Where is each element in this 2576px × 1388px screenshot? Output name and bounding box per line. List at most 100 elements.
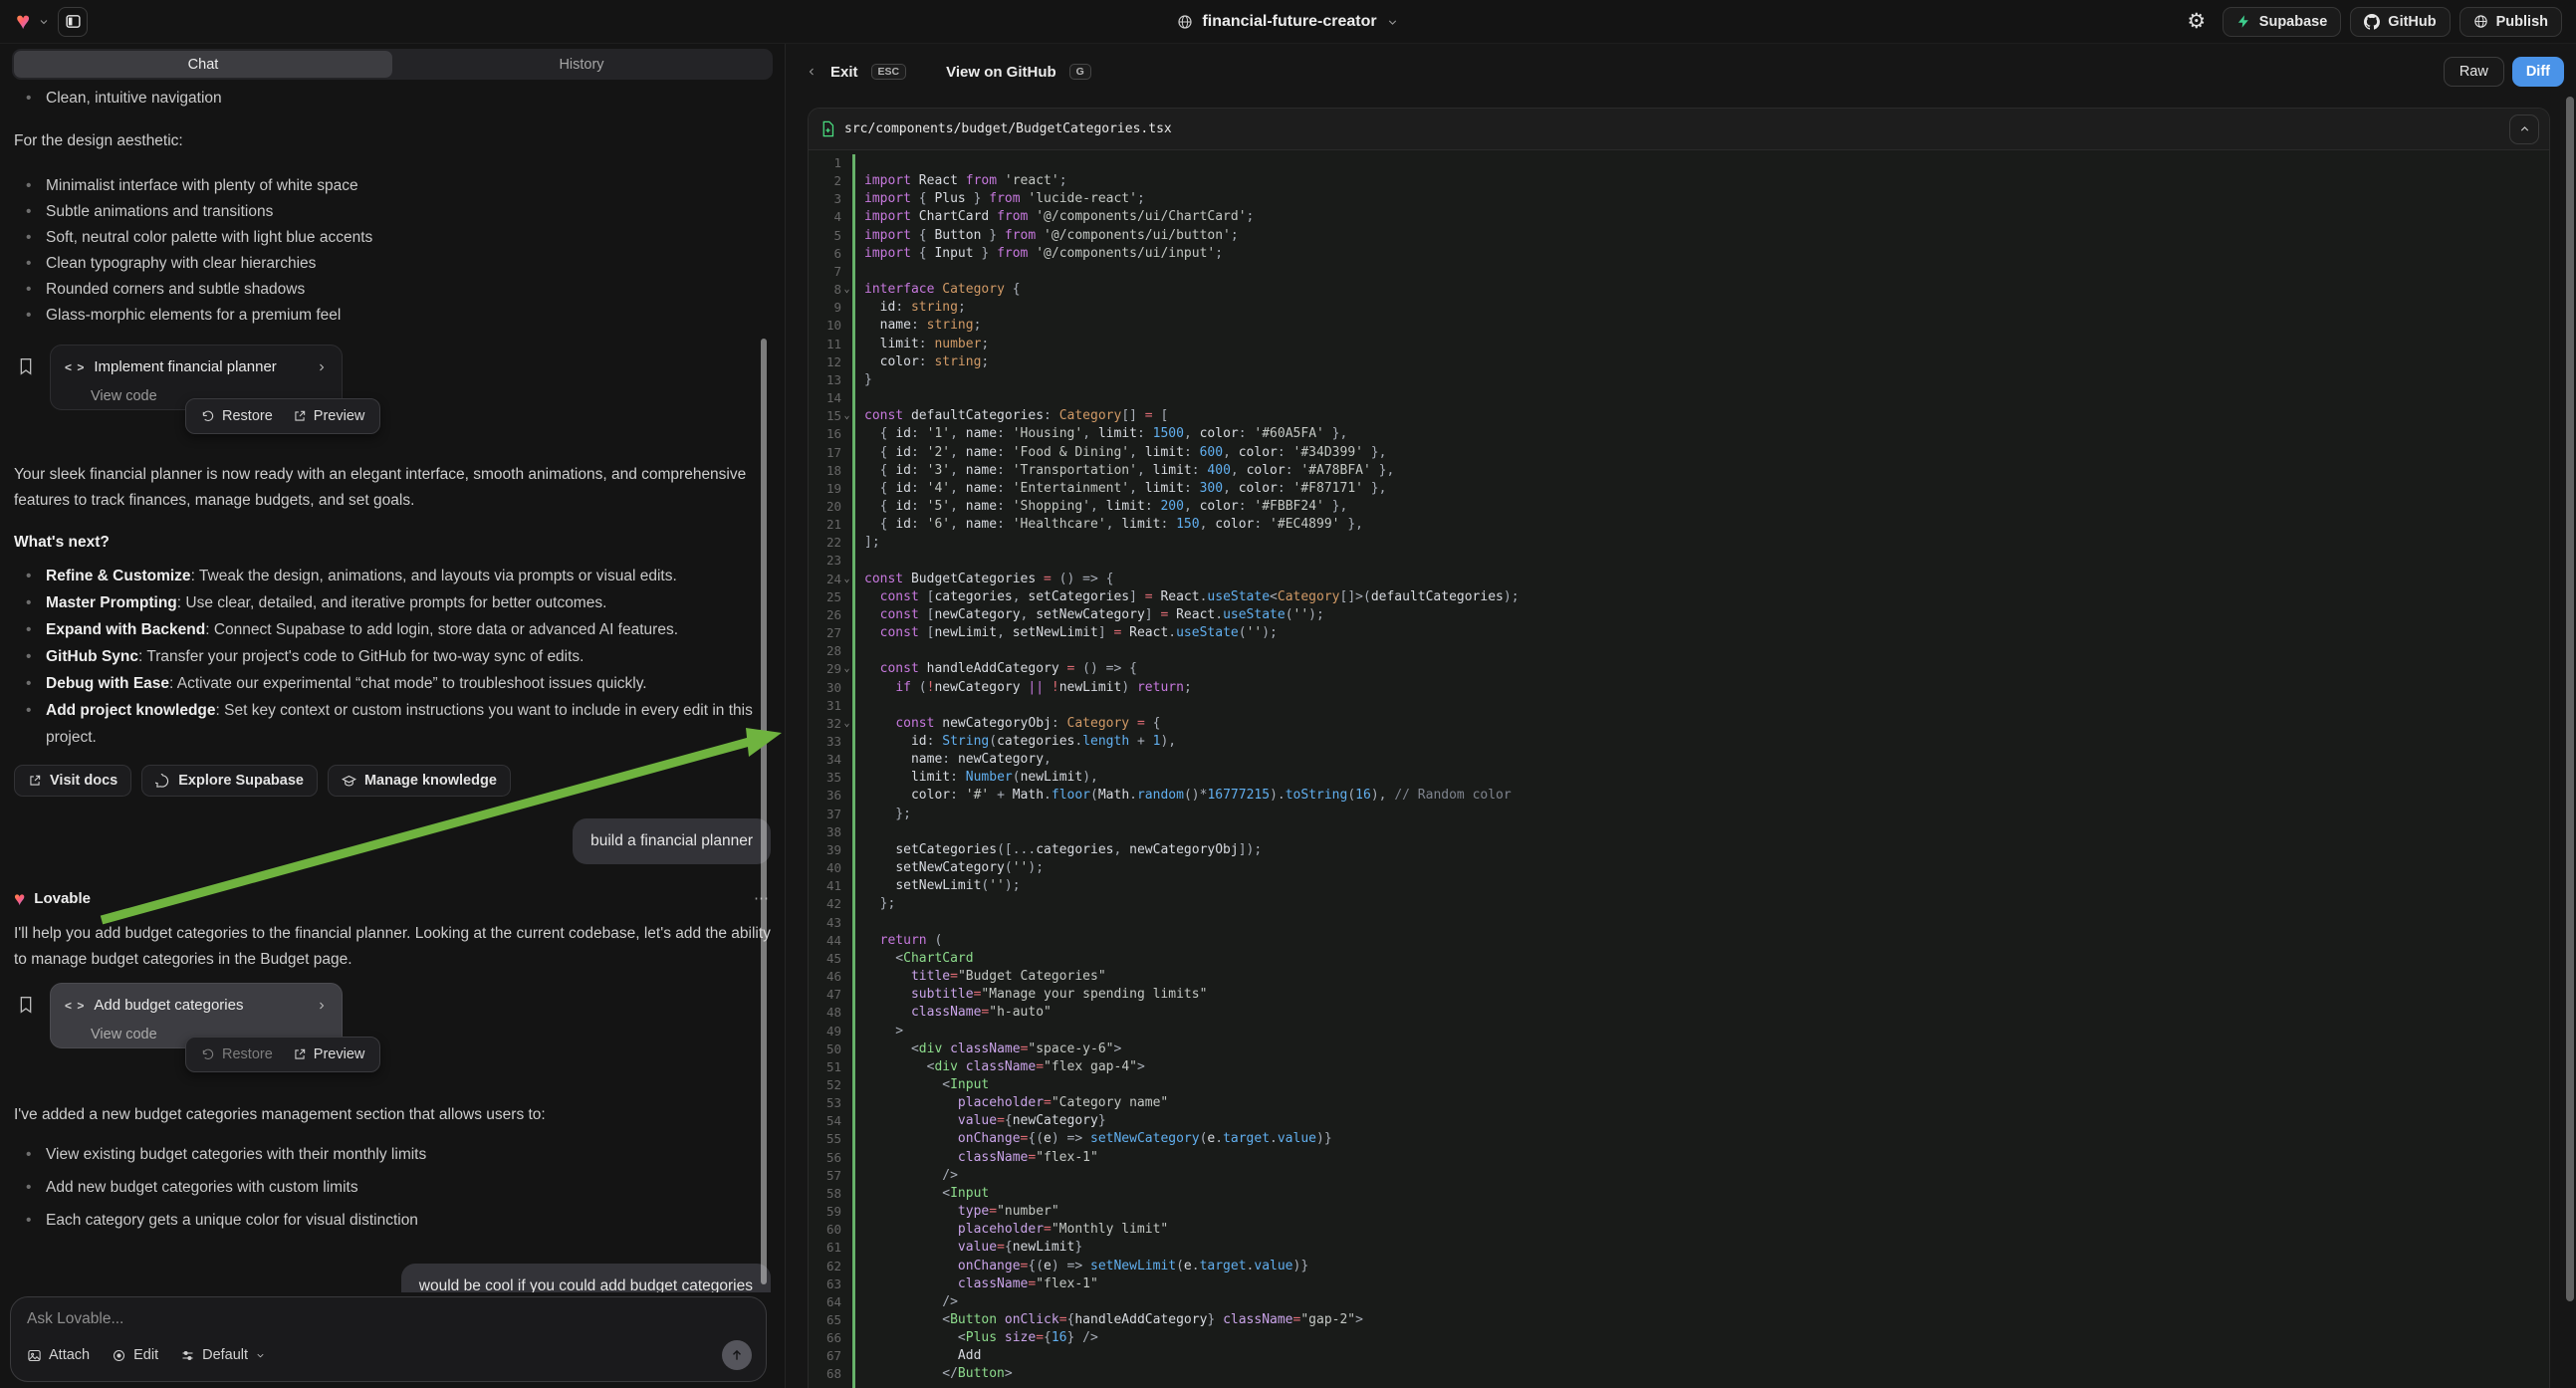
line-number: 53 xyxy=(809,1094,852,1112)
project-globe-icon xyxy=(1177,14,1193,30)
code-line: name: string; xyxy=(864,317,2549,335)
view-on-github-button[interactable]: View on GitHub xyxy=(946,64,1056,81)
sliders-icon xyxy=(180,1348,195,1363)
preview-button[interactable]: Preview xyxy=(293,403,365,429)
list-item: Clean, intuitive navigation xyxy=(14,86,771,112)
line-number: 56 xyxy=(809,1149,852,1167)
chevron-left-icon[interactable] xyxy=(806,66,818,78)
send-button[interactable] xyxy=(722,1340,752,1370)
line-number: 9 xyxy=(809,299,852,317)
line-number: 52 xyxy=(809,1076,852,1094)
github-button[interactable]: GitHub xyxy=(2350,7,2450,37)
line-number: 64 xyxy=(809,1293,852,1311)
diff-added-gutter-bar xyxy=(852,154,855,1388)
chevron-down-icon[interactable] xyxy=(38,16,50,28)
line-number: 22 xyxy=(809,534,852,552)
code-line: color: '#' + Math.floor(Math.random()*16… xyxy=(864,787,2549,805)
chevron-right-icon[interactable] xyxy=(316,361,328,373)
chat-input[interactable]: Ask Lovable... xyxy=(27,1310,750,1328)
code-line: setNewLimit(''); xyxy=(864,877,2549,895)
code-line: className="flex-1" xyxy=(864,1149,2549,1167)
line-number: 55 xyxy=(809,1130,852,1148)
external-link-icon xyxy=(293,1047,307,1061)
raw-button[interactable]: Raw xyxy=(2444,57,2504,87)
file-added-icon xyxy=(820,120,835,137)
explore-supabase-button[interactable]: Explore Supabase xyxy=(141,765,318,797)
code-line: const BudgetCategories = () => { xyxy=(864,571,2549,588)
line-number: 46 xyxy=(809,968,852,986)
whats-next-heading: What's next? xyxy=(14,530,771,556)
design-heading: For the design aesthetic: xyxy=(14,128,771,154)
restore-label: Restore xyxy=(222,1041,273,1067)
code-line: { id: '6', name: 'Healthcare', limit: 15… xyxy=(864,516,2549,534)
code-line: { id: '3', name: 'Transportation', limit… xyxy=(864,462,2549,480)
chat-message-list[interactable]: Clean, intuitive navigation For the desi… xyxy=(0,84,785,1292)
github-octocat-icon xyxy=(2364,14,2380,30)
restore-preview-toolbar: Restore Preview xyxy=(185,1037,380,1072)
image-attach-icon xyxy=(27,1348,42,1363)
mode-select[interactable]: Default xyxy=(180,1347,266,1363)
line-number: 33 xyxy=(809,733,852,751)
restore-icon xyxy=(201,1047,215,1061)
chevron-right-icon[interactable] xyxy=(316,1000,328,1012)
line-number: 36 xyxy=(809,787,852,805)
line-number: 11 xyxy=(809,336,852,353)
code-icon: < > xyxy=(65,354,85,380)
attach-button[interactable]: Attach xyxy=(27,1347,90,1363)
chevron-down-icon[interactable] xyxy=(1386,16,1399,29)
line-number: 37 xyxy=(809,806,852,823)
restore-label: Restore xyxy=(222,403,273,429)
line-number: 27 xyxy=(809,624,852,642)
collapse-file-button[interactable] xyxy=(2509,115,2539,144)
code-scrollbar[interactable] xyxy=(2566,97,2574,1301)
line-number: 38 xyxy=(809,823,852,841)
code-line: <Input xyxy=(864,1185,2549,1203)
tab-history[interactable]: History xyxy=(392,51,771,78)
exit-button[interactable]: Exit xyxy=(830,64,858,81)
target-icon xyxy=(112,1348,126,1363)
file-header[interactable]: src/components/budget/BudgetCategories.t… xyxy=(809,109,2549,150)
publish-button[interactable]: Publish xyxy=(2459,7,2562,37)
code-line xyxy=(864,552,2549,570)
whats-next-list: Refine & Customize: Tweak the design, an… xyxy=(14,563,771,751)
chat-scrollbar[interactable] xyxy=(761,339,767,1284)
code-line: onChange={(e) => setNewCategory(e.target… xyxy=(864,1130,2549,1148)
line-number: 66 xyxy=(809,1329,852,1347)
tab-chat[interactable]: Chat xyxy=(14,51,392,78)
project-name[interactable]: financial-future-creator xyxy=(1202,13,1376,31)
restore-button[interactable]: Restore xyxy=(201,403,273,429)
code-icon: < > xyxy=(65,993,85,1019)
line-number: 63 xyxy=(809,1275,852,1293)
line-number: 48 xyxy=(809,1004,852,1022)
diff-button[interactable]: Diff xyxy=(2512,57,2564,87)
list-item: Add new budget categories with custom li… xyxy=(14,1175,771,1201)
assistant-paragraph: I'll help you add budget categories to t… xyxy=(14,921,771,973)
supabase-button[interactable]: Supabase xyxy=(2223,7,2342,37)
preview-button[interactable]: Preview xyxy=(293,1041,365,1067)
list-item: View existing budget categories with the… xyxy=(14,1142,771,1168)
line-number: 30 xyxy=(809,679,852,697)
bookmark-icon[interactable] xyxy=(18,995,34,1015)
sidebar-toggle-button[interactable] xyxy=(58,7,88,37)
settings-gear-button[interactable]: ⚙ xyxy=(2180,9,2214,34)
line-number: 21 xyxy=(809,516,852,534)
bookmark-icon[interactable] xyxy=(18,356,34,376)
line-number: 67 xyxy=(809,1347,852,1365)
version-card-title: Add budget categories xyxy=(94,993,243,1019)
line-number: 13 xyxy=(809,371,852,389)
code-editor[interactable]: 12345678⌄9101112131415⌄16171819202122232… xyxy=(809,150,2549,1388)
version-card-group: < > Implement financial planner View cod… xyxy=(14,345,771,448)
manage-knowledge-button[interactable]: Manage knowledge xyxy=(328,765,511,797)
edit-mode-button[interactable]: Edit xyxy=(112,1347,158,1363)
line-number: 62 xyxy=(809,1258,852,1275)
code-line: setCategories([...categories, newCategor… xyxy=(864,841,2549,859)
code-line: onChange={(e) => setNewLimit(e.target.va… xyxy=(864,1258,2549,1275)
esc-keycap: ESC xyxy=(871,64,907,80)
line-number: 60 xyxy=(809,1221,852,1239)
line-number: 40 xyxy=(809,859,852,877)
list-item: Refine & Customize: Tweak the design, an… xyxy=(14,563,771,589)
visit-docs-button[interactable]: Visit docs xyxy=(14,765,131,797)
lovable-logo-icon[interactable]: ♥ xyxy=(16,10,30,34)
line-number: 54 xyxy=(809,1112,852,1130)
line-number: 61 xyxy=(809,1239,852,1257)
